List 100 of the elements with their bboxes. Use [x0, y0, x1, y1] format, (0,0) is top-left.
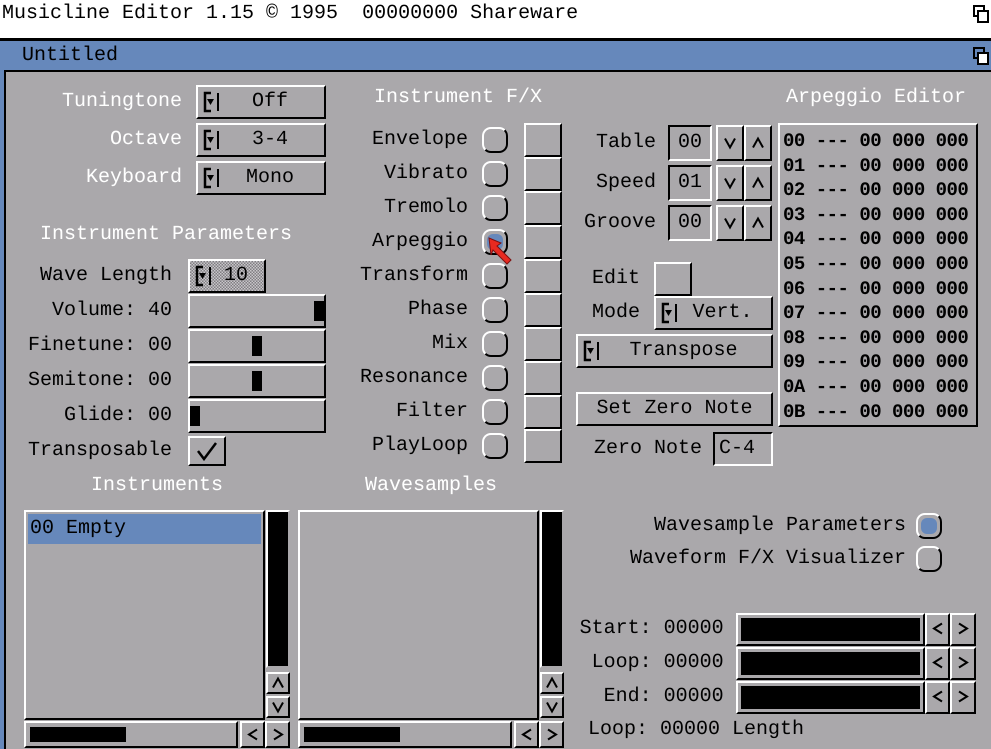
step-left-button[interactable]	[924, 646, 950, 680]
position-bar[interactable]	[736, 680, 925, 714]
cycle-button[interactable]: Vert.	[654, 296, 773, 330]
list-box[interactable]: 00 Empty	[24, 510, 265, 720]
arpeggio-row[interactable]: 06 --- 00 000 000	[783, 276, 973, 302]
scroll-bar[interactable]	[24, 721, 238, 748]
radio-button[interactable]	[916, 546, 942, 572]
effect-label: Phase	[406, 300, 468, 320]
increase-button[interactable]	[744, 165, 772, 201]
arpeggio-row[interactable]: 08 --- 00 000 000	[783, 326, 973, 350]
step-right-button[interactable]	[950, 680, 976, 714]
checkbox[interactable]	[188, 436, 226, 466]
arpeggio-row[interactable]: 02 --- 00 000 000	[783, 178, 973, 203]
scroll-right-button[interactable]	[539, 721, 564, 748]
arpeggio-row[interactable]: 03 --- 00 000 000	[783, 202, 973, 228]
set-zero-note-button[interactable]: Set Zero Note	[576, 392, 773, 426]
cycle-icon	[202, 128, 220, 152]
radio-button[interactable]	[482, 195, 508, 221]
edit-toggle-button[interactable]	[654, 262, 692, 296]
step-left-button[interactable]	[924, 612, 950, 646]
effect-slot-button[interactable]	[524, 361, 562, 395]
slider-track[interactable]	[188, 364, 326, 398]
radio-button[interactable]	[482, 331, 508, 357]
zero-note-field[interactable]: C-4	[713, 432, 773, 466]
cycle-button[interactable]: Transpose	[576, 334, 773, 368]
slider-knob[interactable]	[252, 336, 262, 356]
cycle-icon	[582, 339, 600, 363]
arpeggio-row[interactable]: 00 --- 00 000 000	[783, 129, 973, 154]
position-bar[interactable]	[736, 612, 925, 646]
scroll-down-button[interactable]	[540, 696, 564, 718]
arpeggio-table[interactable]	[778, 123, 978, 427]
edit-label: Edit	[590, 269, 640, 289]
scroll-bar[interactable]	[540, 510, 564, 668]
step-right-button[interactable]	[950, 612, 976, 646]
step-left-button[interactable]	[924, 680, 950, 714]
cycle-icon	[194, 264, 212, 288]
effect-slot-button[interactable]	[524, 123, 562, 157]
effect-slot-button[interactable]	[524, 395, 562, 429]
cycle-button[interactable]: Off	[196, 85, 326, 119]
decrease-button[interactable]	[716, 205, 744, 241]
scroll-right-button[interactable]	[265, 721, 290, 748]
slider-knob[interactable]	[252, 371, 262, 391]
section-heading: Arpeggio Editor	[784, 85, 967, 110]
scroll-left-button[interactable]	[514, 721, 539, 748]
radio-button[interactable]	[482, 399, 508, 425]
effect-slot-button[interactable]	[524, 157, 562, 191]
arpeggio-row[interactable]: 09 --- 00 000 000	[783, 350, 973, 375]
increase-button[interactable]	[744, 205, 772, 241]
increase-button[interactable]	[744, 125, 772, 161]
radio-button[interactable]	[482, 433, 508, 459]
arpeggio-row[interactable]: 04 --- 00 000 000	[783, 227, 973, 252]
checkbox-label: Transposable	[26, 441, 172, 461]
radio-button[interactable]	[916, 512, 942, 538]
value-field[interactable]: 00	[668, 125, 712, 161]
cycle-icon	[202, 166, 220, 190]
effect-slot-button[interactable]	[524, 191, 562, 225]
stepper-label: Groove	[582, 213, 656, 233]
slider-track[interactable]	[188, 294, 326, 328]
slider-knob[interactable]	[190, 406, 200, 426]
value-field[interactable]: 01	[668, 165, 712, 201]
radio-button[interactable]	[482, 263, 508, 289]
view-option-label: Waveform F/X Visualizer	[630, 548, 906, 568]
scroll-bar[interactable]	[266, 510, 290, 668]
screen-title: 00000000 Shareware	[362, 4, 578, 24]
arpeggio-row[interactable]: 0A --- 00 000 000	[783, 374, 973, 400]
scroll-down-button[interactable]	[266, 696, 290, 718]
effect-slot-button[interactable]	[524, 327, 562, 361]
effect-slot-button[interactable]	[524, 429, 562, 463]
radio-button[interactable]	[482, 297, 508, 323]
scroll-bar[interactable]	[298, 721, 512, 748]
slider-track[interactable]	[188, 329, 326, 363]
radio-button[interactable]	[482, 161, 508, 187]
slider-track[interactable]	[188, 399, 326, 433]
parameter-label: Wave Length	[38, 266, 172, 286]
setting-label: Tuningtone	[60, 92, 182, 112]
arpeggio-row[interactable]: 0B --- 00 000 000	[783, 400, 973, 424]
cycle-button[interactable]: Mono	[196, 161, 326, 195]
scroll-up-button[interactable]	[540, 672, 564, 694]
scroll-left-button[interactable]	[240, 721, 265, 748]
list-item[interactable]: 00 Empty	[28, 514, 261, 544]
radio-button[interactable]	[482, 365, 508, 391]
slider-knob[interactable]	[314, 301, 324, 321]
step-right-button[interactable]	[950, 646, 976, 680]
arpeggio-row[interactable]: 05 --- 00 000 000	[783, 252, 973, 277]
effect-slot-button[interactable]	[524, 293, 562, 327]
effect-label: Transform	[358, 266, 468, 286]
cycle-button[interactable]: 3-4	[196, 123, 326, 157]
effect-slot-button[interactable]	[524, 259, 562, 293]
decrease-button[interactable]	[716, 125, 744, 161]
arpeggio-row[interactable]: 07 --- 00 000 000	[783, 301, 973, 326]
arpeggio-row[interactable]: 01 --- 00 000 000	[783, 154, 973, 178]
radio-button[interactable]	[482, 127, 508, 153]
decrease-button[interactable]	[716, 165, 744, 201]
depth-gadget-icon[interactable]	[973, 46, 989, 64]
depth-gadget-icon[interactable]	[973, 5, 989, 23]
effect-slot-button[interactable]	[524, 225, 562, 259]
scroll-up-button[interactable]	[266, 672, 290, 694]
effect-label: Mix	[430, 334, 468, 354]
value-field[interactable]: 00	[668, 205, 712, 241]
position-bar[interactable]	[736, 646, 925, 680]
